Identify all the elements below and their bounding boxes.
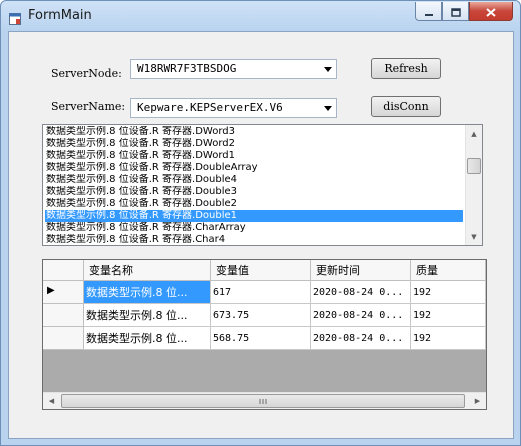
list-item[interactable]: 数据类型示例.8 位设备.R 寄存器.DWord1 — [45, 150, 463, 162]
server-node-combobox[interactable]: W18RWR7F3TBSDOG — [130, 59, 337, 79]
server-node-label: ServerNode: — [51, 67, 122, 80]
grid-cell-time[interactable]: 2020-08-24 0... — [311, 281, 411, 304]
minimize-icon — [424, 2, 434, 21]
scroll-right-icon[interactable]: ▶ — [469, 393, 486, 409]
server-name-value: Kepware.KEPServerEX.V6 — [137, 101, 283, 114]
list-item[interactable]: 数据类型示例.8 位设备.R 寄存器.DoubleArray — [45, 162, 463, 174]
server-name-combobox[interactable]: Kepware.KEPServerEX.V6 — [130, 98, 337, 118]
grid-cell-name[interactable]: 数据类型示例.8 位... — [84, 281, 211, 304]
list-item[interactable]: 数据类型示例.8 位设备.R 寄存器.Char4 — [45, 234, 463, 245]
grid-cell-value[interactable]: 568.75 — [211, 327, 311, 350]
app-icon — [9, 10, 21, 25]
tag-data-grid[interactable]: 变量名称 变量值 更新时间 质量 ▶ 数据类型示例.8 位... 617 202… — [42, 259, 487, 410]
client-area: ServerNode: W18RWR7F3TBSDOG Refresh Serv… — [8, 31, 514, 439]
scroll-down-icon[interactable]: ▼ — [466, 228, 482, 245]
list-item-selected[interactable]: 数据类型示例.8 位设备.R 寄存器.Double1 — [45, 210, 463, 222]
list-item[interactable]: 数据类型示例.8 位设备.R 寄存器.DWord2 — [45, 138, 463, 150]
grid-horizontal-scrollbar[interactable]: ◀ ▶ — [43, 392, 486, 409]
server-name-label: ServerName: — [51, 100, 126, 113]
column-header-time[interactable]: 更新时间 — [311, 260, 411, 281]
current-row-arrow-icon: ▶ — [47, 285, 55, 296]
grid-cell-name[interactable]: 数据类型示例.8 位... — [84, 304, 211, 327]
listbox-vertical-scrollbar[interactable]: ▲ ▼ — [465, 125, 482, 245]
list-item[interactable]: 数据类型示例.8 位设备.R 寄存器.DWord3 — [45, 126, 463, 138]
grid-cell-value[interactable]: 617 — [211, 281, 311, 304]
server-node-value: W18RWR7F3TBSDOG — [137, 62, 237, 75]
list-item[interactable]: 数据类型示例.8 位设备.R 寄存器.Double4 — [45, 174, 463, 186]
maximize-icon — [450, 2, 461, 21]
scroll-up-icon[interactable]: ▲ — [466, 125, 482, 142]
grid-cell-name[interactable]: 数据类型示例.8 位... — [84, 327, 211, 350]
disconn-button[interactable]: disConn — [371, 96, 441, 117]
scroll-left-icon[interactable]: ◀ — [43, 393, 60, 409]
list-item[interactable]: 数据类型示例.8 位设备.R 寄存器.CharArray — [45, 222, 463, 234]
tag-listbox[interactable]: 数据类型示例.8 位设备.R 寄存器.DWord3 数据类型示例.8 位设备.R… — [42, 124, 483, 246]
form-main-window: FormMain ServerNode: W18RWR7F3TBSDOG Ref… — [0, 0, 521, 446]
grid-cell-time[interactable]: 2020-08-24 0... — [311, 327, 411, 350]
chevron-down-icon[interactable] — [324, 106, 332, 111]
column-header-value[interactable]: 变量值 — [211, 260, 311, 281]
grid-cell-quality[interactable]: 192 — [411, 281, 486, 304]
window-title: FormMain — [28, 8, 92, 23]
grid-cell-quality[interactable]: 192 — [411, 327, 486, 350]
list-item[interactable]: 数据类型示例.8 位设备.R 寄存器.Double2 — [45, 198, 463, 210]
list-item[interactable]: 数据类型示例.8 位设备.R 寄存器.Double3 — [45, 186, 463, 198]
grid-cell-value[interactable]: 673.75 — [211, 304, 311, 327]
grip-icon — [259, 398, 266, 404]
close-button[interactable] — [469, 2, 513, 21]
scrollbar-thumb[interactable] — [467, 158, 481, 174]
minimize-button[interactable] — [415, 2, 442, 21]
row-header[interactable]: ▶ — [43, 281, 84, 304]
row-header[interactable] — [43, 304, 84, 327]
scrollbar-thumb[interactable] — [61, 394, 465, 408]
row-header[interactable] — [43, 327, 84, 350]
close-icon — [486, 2, 496, 21]
grid-corner-header — [43, 260, 84, 281]
chevron-down-icon[interactable] — [324, 67, 332, 72]
title-bar[interactable]: FormMain — [1, 1, 520, 31]
grid-cell-time[interactable]: 2020-08-24 0... — [311, 304, 411, 327]
refresh-button[interactable]: Refresh — [371, 58, 441, 79]
column-header-name[interactable]: 变量名称 — [84, 260, 211, 281]
grid-cell-quality[interactable]: 192 — [411, 304, 486, 327]
maximize-button[interactable] — [442, 2, 469, 21]
column-header-quality[interactable]: 质量 — [411, 260, 486, 281]
